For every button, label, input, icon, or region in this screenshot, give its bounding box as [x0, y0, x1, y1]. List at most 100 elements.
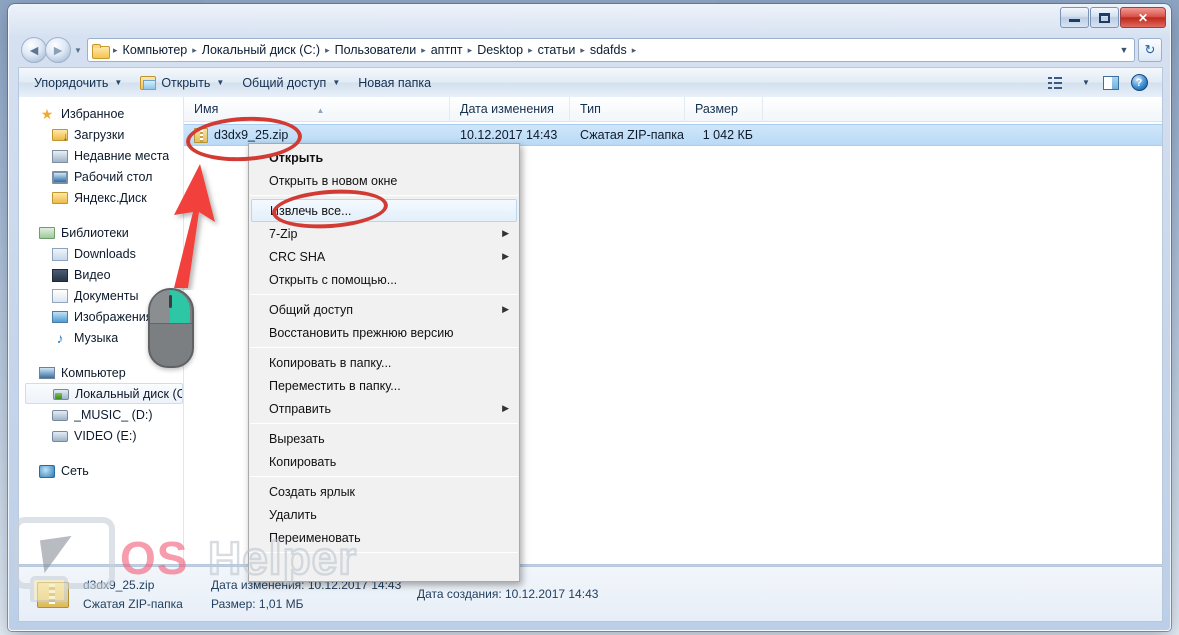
sidebar-item-label: _MUSIC_ (D:) — [74, 407, 153, 422]
sidebar-item-desktop[interactable]: Рабочий стол — [19, 166, 183, 187]
file-date-cell: 10.12.2017 14:43 — [460, 128, 558, 142]
menu-item-create-shortcut[interactable]: Создать ярлык — [249, 480, 519, 503]
menu-separator — [250, 476, 518, 477]
help-button[interactable]: ? — [1126, 72, 1152, 94]
menu-item-properties[interactable] — [249, 556, 519, 579]
toolbar-right-group: ▼ ? — [1042, 72, 1156, 94]
chevron-down-icon: ▼ — [216, 78, 225, 87]
sidebar-item-label: Музыка — [74, 330, 119, 345]
back-button[interactable]: ◄ — [21, 37, 47, 63]
menu-item-crc-sha[interactable]: CRC SHA ▶ — [249, 245, 519, 268]
breadcrumb-separator: ▸ — [325, 44, 330, 55]
sidebar-item-library-downloads[interactable]: Downloads — [19, 243, 183, 264]
breadcrumb-separator: ▸ — [467, 44, 473, 55]
new-folder-button[interactable]: Новая папка — [349, 72, 440, 94]
title-bar: ✕ — [9, 5, 1170, 35]
chevron-down-icon: ▼ — [114, 78, 123, 87]
menu-item-open[interactable]: Открыть — [249, 146, 519, 169]
nav-group-computer: Компьютер Локальный диск (C _MUSIC_ (D:)… — [19, 362, 183, 446]
sidebar-item-label: Компьютер — [61, 365, 126, 380]
chevron-right-icon: ▶ — [502, 228, 509, 238]
mouse-illustration — [148, 288, 194, 368]
breadcrumb-item-local-disk[interactable]: Локальный диск (C:) — [199, 41, 323, 59]
sidebar-item-label: Сеть — [61, 463, 89, 478]
sidebar-item-favorites[interactable]: ★ Избранное — [19, 103, 183, 124]
menu-item-share[interactable]: Общий доступ ▶ — [249, 298, 519, 321]
new-folder-label: Новая папка — [358, 75, 432, 90]
chevron-down-icon: ▼ — [1082, 78, 1090, 87]
details-status-bar: d3dx9_25.zip Сжатая ZIP-папка Дата измен… — [18, 566, 1163, 622]
sidebar-item-label: Библиотеки — [61, 225, 129, 240]
column-header-date[interactable]: Дата изменения — [450, 97, 570, 122]
maximize-button[interactable] — [1090, 7, 1119, 28]
menu-item-7zip[interactable]: 7-Zip ▶ — [249, 222, 519, 245]
forward-button[interactable]: ► — [45, 37, 71, 63]
menu-separator — [250, 347, 518, 348]
chevron-right-icon: ▶ — [502, 251, 509, 261]
breadcrumb-item-articles[interactable]: статьи — [535, 41, 579, 59]
sidebar-item-label: Локальный диск (C — [75, 386, 182, 401]
preview-pane-icon — [1103, 75, 1119, 90]
menu-separator — [250, 423, 518, 424]
preview-pane-button[interactable] — [1098, 72, 1124, 94]
menu-separator — [250, 552, 518, 553]
window-controls: ✕ — [1059, 7, 1166, 29]
menu-item-copy-to-folder[interactable]: Копировать в папку... — [249, 351, 519, 374]
sidebar-item-drive-e[interactable]: VIDEO (E:) — [19, 425, 183, 446]
column-label: Имя — [194, 101, 219, 116]
file-name-cell: d3dx9_25.zip — [184, 127, 450, 143]
refresh-button[interactable]: ↻ — [1138, 38, 1162, 62]
breadcrumb-item-sdafds[interactable]: sdafds — [587, 41, 630, 59]
menu-item-rename[interactable]: Переименовать — [249, 526, 519, 549]
breadcrumb-separator: ▸ — [631, 44, 637, 55]
sidebar-item-label: Избранное — [61, 106, 125, 121]
chevron-down-icon: ▼ — [332, 78, 341, 87]
breadcrumb-item-users[interactable]: Пользователи — [332, 41, 420, 59]
sidebar-item-network[interactable]: Сеть — [19, 460, 183, 481]
address-breadcrumb-bar[interactable]: ▸ Компьютер ▸ Локальный диск (C:) ▸ Поль… — [87, 38, 1135, 62]
sidebar-item-label: Видео — [74, 267, 111, 282]
menu-item-copy[interactable]: Копировать — [249, 450, 519, 473]
file-size-cell: 1 042 КБ — [702, 128, 753, 142]
sidebar-item-video[interactable]: Видео — [19, 264, 183, 285]
zip-file-icon — [33, 574, 73, 614]
breadcrumb-item-desktop[interactable]: Desktop — [474, 41, 526, 59]
menu-item-extract-all[interactable]: Извлечь все... — [251, 199, 517, 222]
chevron-right-icon: ▶ — [502, 304, 509, 314]
list-view-icon — [1048, 76, 1062, 89]
minimize-button[interactable] — [1060, 7, 1089, 28]
sidebar-item-recent-places[interactable]: Недавние места — [19, 145, 183, 166]
column-header-size[interactable]: Размер — [685, 97, 763, 122]
menu-item-delete[interactable]: Удалить — [249, 503, 519, 526]
open-button[interactable]: Открыть ▼ — [131, 72, 233, 94]
column-header-name[interactable]: Имя ▲ — [184, 97, 450, 122]
status-filename: d3dx9_25.zip — [83, 577, 155, 592]
sidebar-item-drive-d[interactable]: _MUSIC_ (D:) — [19, 404, 183, 425]
menu-item-restore-previous-version[interactable]: Восстановить прежнюю версию — [249, 321, 519, 344]
menu-item-send-to[interactable]: Отправить ▶ — [249, 397, 519, 420]
menu-item-open-new-window[interactable]: Открыть в новом окне — [249, 169, 519, 192]
menu-item-open-with[interactable]: Открыть с помощью... — [249, 268, 519, 291]
file-name-label: d3dx9_25.zip — [214, 128, 289, 142]
change-view-button[interactable] — [1042, 72, 1068, 94]
recent-pages-button[interactable]: ▼ — [71, 37, 85, 63]
share-button[interactable]: Общий доступ ▼ — [233, 72, 349, 94]
breadcrumb-item-user[interactable]: аптпт — [428, 41, 466, 59]
sidebar-item-local-disk-c[interactable]: Локальный диск (C — [25, 383, 183, 404]
column-header-type[interactable]: Тип — [570, 97, 685, 122]
breadcrumb-separator: ▸ — [421, 44, 426, 55]
sidebar-item-libraries[interactable]: Библиотеки — [19, 222, 183, 243]
menu-item-label: Общий доступ — [269, 302, 353, 317]
menu-item-label: CRC SHA — [269, 249, 326, 264]
organize-button[interactable]: Упорядочить ▼ — [25, 72, 131, 94]
sidebar-item-downloads[interactable]: Загрузки — [19, 124, 183, 145]
view-dropdown-button[interactable]: ▼ — [1070, 72, 1096, 94]
close-button[interactable]: ✕ — [1120, 7, 1166, 28]
sidebar-item-yandex-disk[interactable]: Яндекс.Диск — [19, 187, 183, 208]
context-menu[interactable]: Открыть Открыть в новом окне Извлечь все… — [248, 143, 520, 582]
breadcrumb-item-computer[interactable]: Компьютер — [120, 41, 191, 59]
menu-item-move-to-folder[interactable]: Переместить в папку... — [249, 374, 519, 397]
share-label: Общий доступ — [242, 75, 327, 90]
menu-item-cut[interactable]: Вырезать — [249, 427, 519, 450]
chevron-down-icon[interactable]: ▼ — [1116, 45, 1132, 55]
